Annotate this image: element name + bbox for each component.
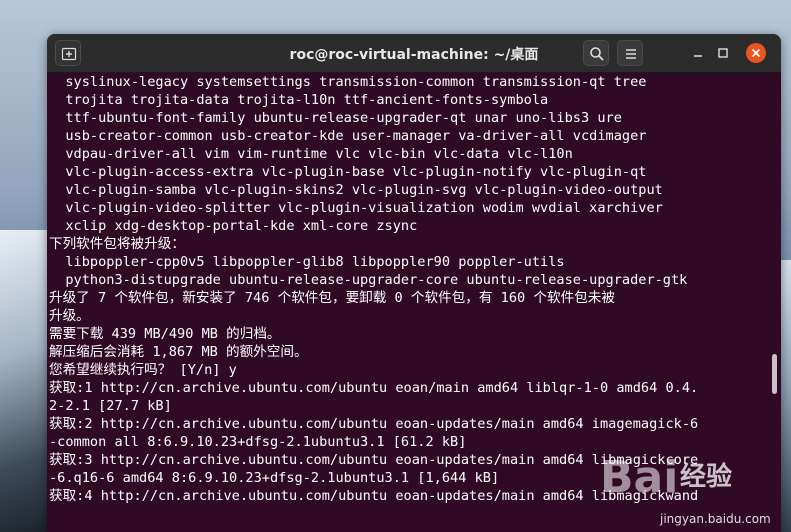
terminal-line: 升级了 7 个软件包，新安装了 746 个软件包，要卸载 0 个软件包，有 16… [49,290,615,306]
terminal-line: 解压缩后会消耗 1,867 MB 的额外空间。 [49,344,308,360]
terminal-line: vlc-plugin-samba vlc-plugin-skins2 vlc-p… [49,182,663,198]
terminal-line: python3-distupgrade ubuntu-release-upgra… [49,272,688,288]
terminal-line: libpoppler-cpp0v5 libpoppler-glib8 libpo… [49,254,565,270]
terminal-line: usb-creator-common usb-creator-kde user-… [49,128,647,144]
terminal-line: -6.q16-6 amd64 8:6.9.10.23+dfsg-2.1ubunt… [49,470,500,486]
terminal-line: 升级。 [49,308,90,324]
maximize-icon [718,48,728,58]
terminal-line: 获取:2 http://cn.archive.ubuntu.com/ubuntu… [49,416,699,432]
terminal-line: 获取:4 http://cn.archive.ubuntu.com/ubuntu… [49,488,699,504]
search-button[interactable] [583,40,609,66]
close-icon [751,48,761,58]
window-title: roc@roc-virtual-machine: ~/桌面 [289,47,539,63]
title-bar[interactable]: roc@roc-virtual-machine: ~/桌面 [47,34,781,73]
terminal-line: syslinux-legacy systemsettings transmiss… [49,74,647,90]
terminal-line: ttf-ubuntu-font-family ubuntu-release-up… [49,110,622,126]
terminal-line: 需要下载 439 MB/490 MB 的归档。 [49,326,281,342]
terminal-line: vlc-plugin-access-extra vlc-plugin-base … [49,164,647,180]
terminal-line: 获取:3 http://cn.archive.ubuntu.com/ubuntu… [49,452,699,468]
terminal-line: 您希望继续执行吗？ [Y/n] y [49,362,237,378]
terminal-line: vdpau-driver-all vim vim-runtime vlc vlc… [49,146,573,162]
terminal-line: -common all 8:6.9.10.23+dfsg-2.1ubuntu3.… [49,434,467,450]
search-icon [590,47,604,61]
hamburger-menu-icon [626,49,636,59]
terminal-line: trojita trojita-data trojita-l10n ttf-an… [49,92,549,108]
terminal-line: 下列软件包将被升级： [49,236,185,252]
terminal-output[interactable]: syslinux-legacy systemsettings transmiss… [47,73,767,532]
scrollbar-thumb[interactable] [772,354,777,394]
terminal-line: 2-2.1 [27.7 kB] [49,398,172,414]
close-button[interactable] [746,43,766,63]
terminal-line: vlc-plugin-video-splitter vlc-plugin-vis… [49,200,663,216]
terminal-line: 获取:1 http://cn.archive.ubuntu.com/ubuntu… [49,380,699,396]
menu-button[interactable] [617,40,643,66]
minimize-button[interactable] [687,42,709,64]
terminal-window: roc@roc-virtual-machine: ~/桌面 syslinux-l… [47,34,781,532]
minimize-icon [694,55,702,57]
terminal-line: xclip xdg-desktop-portal-kde xml-core zs… [49,218,418,234]
maximize-button[interactable] [712,42,734,64]
